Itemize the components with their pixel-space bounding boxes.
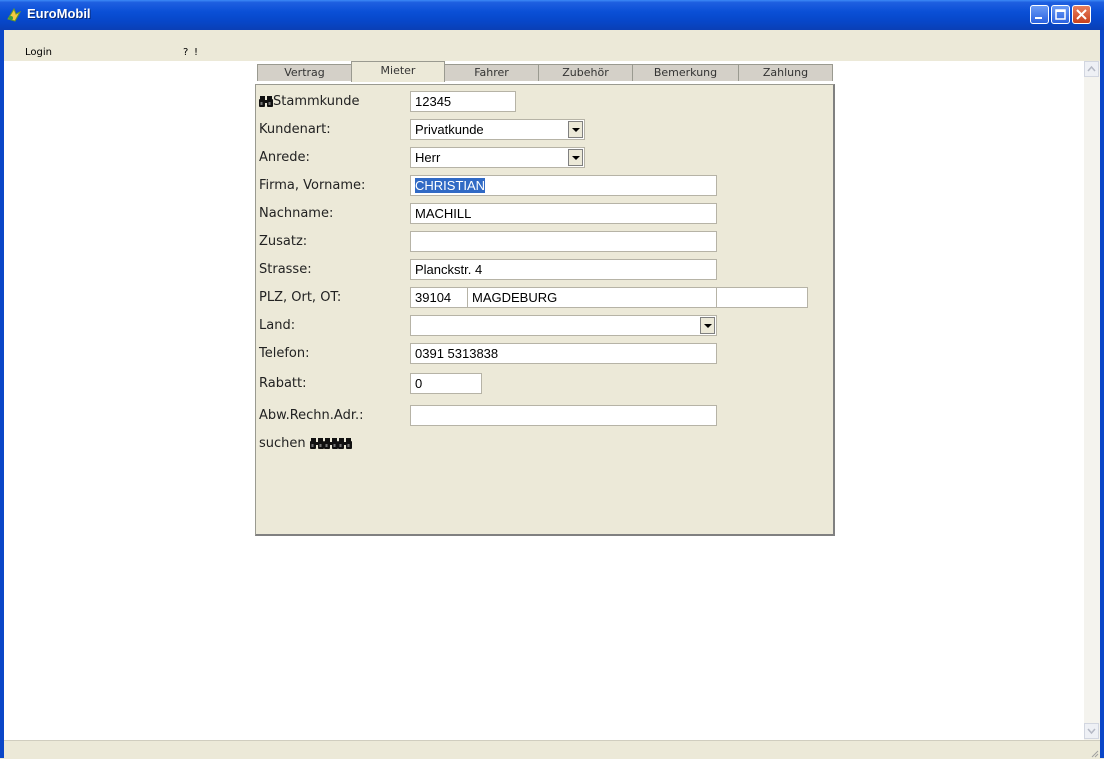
nachname-field[interactable]: MACHILL [410, 203, 717, 224]
suchen-row: suchen [259, 436, 352, 451]
app-logo-icon [7, 7, 22, 22]
suchen-label: suchen [259, 436, 306, 451]
vorname-field[interactable]: CHRISTIAN [410, 175, 717, 196]
vertical-scrollbar[interactable] [1084, 61, 1100, 740]
kundenart-select[interactable]: Privatkunde [410, 119, 585, 140]
kundenart-value: Privatkunde [415, 122, 484, 137]
zusatz-label: Zusatz: [259, 234, 308, 249]
binoculars-icon[interactable] [323, 437, 338, 450]
plz-ort-label: PLZ, Ort, OT: [259, 290, 342, 305]
window-title: EuroMobil [27, 6, 91, 21]
strasse-field[interactable]: Planckstr. 4 [410, 259, 717, 280]
zusatz-field[interactable] [410, 231, 717, 252]
chevron-down-icon[interactable] [700, 317, 715, 334]
maximize-icon [1055, 9, 1066, 20]
stammkunde-label: Stammkunde [273, 94, 360, 109]
tab-vertrag[interactable]: Vertrag [257, 64, 352, 81]
land-select[interactable] [410, 315, 717, 336]
binoculars-icon[interactable] [259, 95, 273, 108]
title-bar[interactable]: EuroMobil [0, 0, 1104, 30]
rabatt-label: Rabatt: [259, 376, 307, 391]
telefon-field[interactable]: 0391 5313838 [410, 343, 717, 364]
tab-zahlung[interactable]: Zahlung [738, 64, 833, 81]
chevron-down-icon[interactable] [568, 149, 583, 166]
kundenart-label: Kundenart: [259, 122, 331, 137]
plz-field[interactable]: 39104 [410, 287, 468, 308]
tab-zubehoer[interactable]: Zubehör [538, 64, 633, 81]
abw-adr-field[interactable] [410, 405, 717, 426]
vorname-label: Firma, Vorname: [259, 178, 366, 193]
strasse-label: Strasse: [259, 262, 312, 277]
abw-adr-label: Abw.Rechn.Adr.: [259, 408, 364, 423]
close-button[interactable] [1072, 5, 1091, 24]
status-bar [4, 740, 1100, 759]
chevron-down-icon [1087, 728, 1096, 735]
ot-field[interactable] [716, 287, 808, 308]
rabatt-field[interactable]: 0 [410, 373, 482, 394]
tab-mieter[interactable]: Mieter [351, 61, 445, 82]
minimize-button[interactable] [1030, 5, 1049, 24]
vorname-selected-text: CHRISTIAN [415, 178, 486, 193]
anrede-select[interactable]: Herr [410, 147, 585, 168]
scroll-down-button[interactable] [1084, 723, 1099, 739]
land-label: Land: [259, 318, 296, 333]
minimize-icon [1035, 17, 1042, 19]
telefon-label: Telefon: [259, 346, 310, 361]
binoculars-icon[interactable] [309, 437, 324, 450]
nachname-label: Nachname: [259, 206, 334, 221]
maximize-button[interactable] [1051, 5, 1070, 24]
chevron-up-icon [1087, 65, 1096, 72]
ort-field[interactable]: MAGDEBURG [467, 287, 717, 308]
menu-help[interactable]: ? [183, 47, 188, 58]
stammkunde-label-row: Stammkunde [259, 94, 360, 109]
stammkunde-field[interactable]: 12345 [410, 91, 516, 112]
resize-grip-icon[interactable] [1089, 748, 1099, 758]
anrede-label: Anrede: [259, 150, 310, 165]
binoculars-icon[interactable] [337, 437, 352, 450]
menu-info[interactable]: ! [194, 47, 198, 58]
tab-fahrer[interactable]: Fahrer [444, 64, 539, 81]
chevron-down-icon[interactable] [568, 121, 583, 138]
close-icon [1076, 9, 1087, 20]
menu-bar: Login ? ! [4, 46, 1100, 61]
anrede-value: Herr [415, 150, 441, 165]
scroll-up-button[interactable] [1084, 61, 1099, 77]
menu-login[interactable]: Login [25, 47, 52, 58]
menu-strip-top [4, 30, 1100, 46]
window-frame-right [1100, 30, 1104, 758]
tab-bemerkung[interactable]: Bemerkung [632, 64, 739, 81]
